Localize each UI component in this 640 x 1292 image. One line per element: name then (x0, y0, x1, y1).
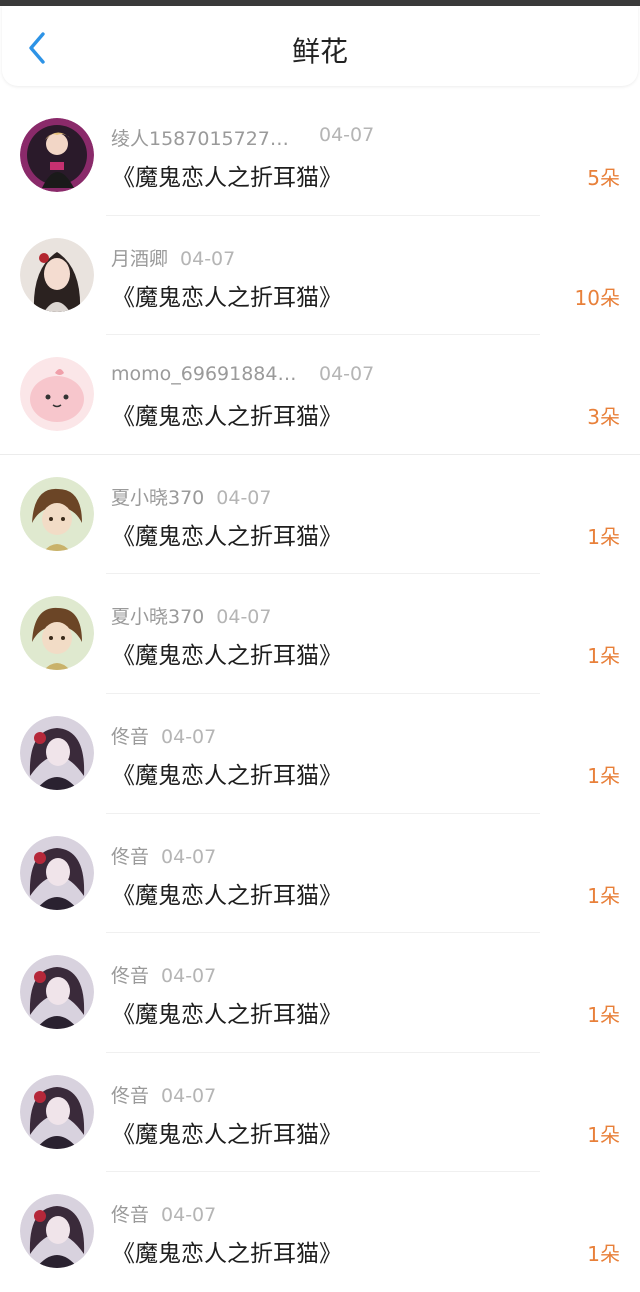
girl-photo-avatar[interactable] (20, 237, 94, 312)
date: 04-07 (319, 124, 375, 146)
date: 04-07 (161, 845, 217, 868)
flower-count: 3朵 (587, 405, 620, 430)
username[interactable]: 佟音 (111, 846, 149, 868)
username[interactable]: 绫人1587015727… (111, 124, 307, 151)
anime-girl-avatar[interactable] (20, 596, 94, 671)
username[interactable]: 佟音 (111, 965, 149, 987)
username[interactable]: 佟音 (111, 1085, 149, 1107)
item-meta: momo_69691884… 04-07 (111, 363, 374, 385)
item-meta: 佟音 04-07 (111, 842, 216, 869)
flower-count: 10朵 (574, 285, 620, 310)
item-meta: 绫人1587015727… 04-07 (111, 124, 374, 151)
book-title[interactable]: 《魔鬼恋人之折耳猫》 (112, 278, 342, 312)
book-title[interactable]: 《魔鬼恋人之折耳猫》 (112, 397, 342, 431)
username[interactable]: momo_69691884… (111, 363, 307, 385)
item-meta: 佟音 04-07 (111, 1081, 216, 1108)
date: 04-07 (161, 1204, 217, 1227)
gothic-girl-avatar[interactable] (20, 835, 94, 910)
item-meta: 夏小晓370 04-07 (111, 602, 271, 629)
username[interactable]: 月酒卿 (111, 248, 168, 270)
flower-count: 5朵 (587, 166, 620, 190)
date: 04-07 (161, 725, 217, 748)
flower-count: 1朵 (587, 763, 620, 788)
gothic-girl-avatar[interactable] (20, 1074, 94, 1149)
book-title[interactable]: 《魔鬼恋人之折耳猫》 (112, 636, 342, 670)
list-item[interactable]: 佟音 04-07 《魔鬼恋人之折耳猫》 1朵 (0, 933, 640, 1053)
flower-count: 1朵 (587, 883, 620, 908)
flower-count: 1朵 (587, 524, 620, 549)
list-item[interactable]: momo_69691884… 04-07 《魔鬼恋人之折耳猫》 3朵 (0, 335, 640, 455)
gothic-girl-avatar[interactable] (20, 955, 94, 1030)
username[interactable]: 佟音 (111, 1204, 149, 1226)
book-title[interactable]: 《魔鬼恋人之折耳猫》 (112, 1115, 342, 1149)
flower-count: 1朵 (587, 1242, 620, 1267)
flower-count: 1朵 (587, 1122, 620, 1147)
book-title[interactable]: 《魔鬼恋人之折耳猫》 (112, 876, 342, 910)
anime-boy-avatar[interactable] (20, 118, 94, 192)
page-title: 鲜花 (291, 35, 348, 68)
date: 04-07 (216, 606, 272, 629)
list-item[interactable]: 夏小晓370 04-07 《魔鬼恋人之折耳猫》 1朵 (0, 455, 640, 575)
list-item[interactable]: 月酒卿 04-07 《魔鬼恋人之折耳猫》 10朵 (0, 216, 640, 336)
username[interactable]: 夏小晓370 (111, 606, 204, 628)
date: 04-07 (319, 363, 375, 386)
item-meta: 佟音 04-07 (111, 722, 216, 749)
book-title[interactable]: 《魔鬼恋人之折耳猫》 (112, 756, 342, 790)
list-item[interactable]: 佟音 04-07 《魔鬼恋人之折耳猫》 1朵 (0, 814, 640, 934)
item-meta: 夏小晓370 04-07 (111, 483, 271, 510)
username[interactable]: 夏小晓370 (111, 487, 204, 509)
list-item[interactable]: 佟音 04-07 《魔鬼恋人之折耳猫》 1朵 (0, 1053, 640, 1173)
anime-girl-avatar[interactable] (20, 476, 94, 551)
book-title[interactable]: 《魔鬼恋人之折耳猫》 (112, 158, 342, 192)
list-item[interactable]: 佟音 04-07 《魔鬼恋人之折耳猫》 1朵 (0, 694, 640, 814)
date: 04-07 (216, 486, 272, 509)
username[interactable]: 佟音 (111, 726, 149, 748)
pink-cartoon-avatar[interactable] (20, 357, 94, 432)
item-meta: 月酒卿 04-07 (111, 244, 235, 271)
list-item[interactable]: 佟音 04-07 《魔鬼恋人之折耳猫》 1朵 (0, 1172, 640, 1292)
date: 04-07 (161, 965, 217, 988)
book-title[interactable]: 《魔鬼恋人之折耳猫》 (112, 1234, 342, 1268)
flower-count: 1朵 (587, 644, 620, 669)
list-item[interactable]: 夏小晓370 04-07 《魔鬼恋人之折耳猫》 1朵 (0, 574, 640, 694)
item-meta: 佟音 04-07 (111, 961, 216, 988)
item-meta: 佟音 04-07 (111, 1200, 216, 1227)
date: 04-07 (180, 247, 236, 270)
header-bar: 鲜花 (2, 6, 638, 86)
flower-list: 绫人1587015727… 04-07 《魔鬼恋人之折耳猫》 5朵 月酒卿 04-0… (0, 96, 640, 1292)
book-title[interactable]: 《魔鬼恋人之折耳猫》 (112, 517, 342, 551)
list-item[interactable]: 绫人1587015727… 04-07 《魔鬼恋人之折耳猫》 5朵 (0, 96, 640, 216)
gothic-girl-avatar[interactable] (20, 1194, 94, 1269)
flower-count: 1朵 (587, 1003, 620, 1028)
gothic-girl-avatar[interactable] (20, 715, 94, 790)
date: 04-07 (161, 1084, 217, 1107)
book-title[interactable]: 《魔鬼恋人之折耳猫》 (112, 995, 342, 1029)
